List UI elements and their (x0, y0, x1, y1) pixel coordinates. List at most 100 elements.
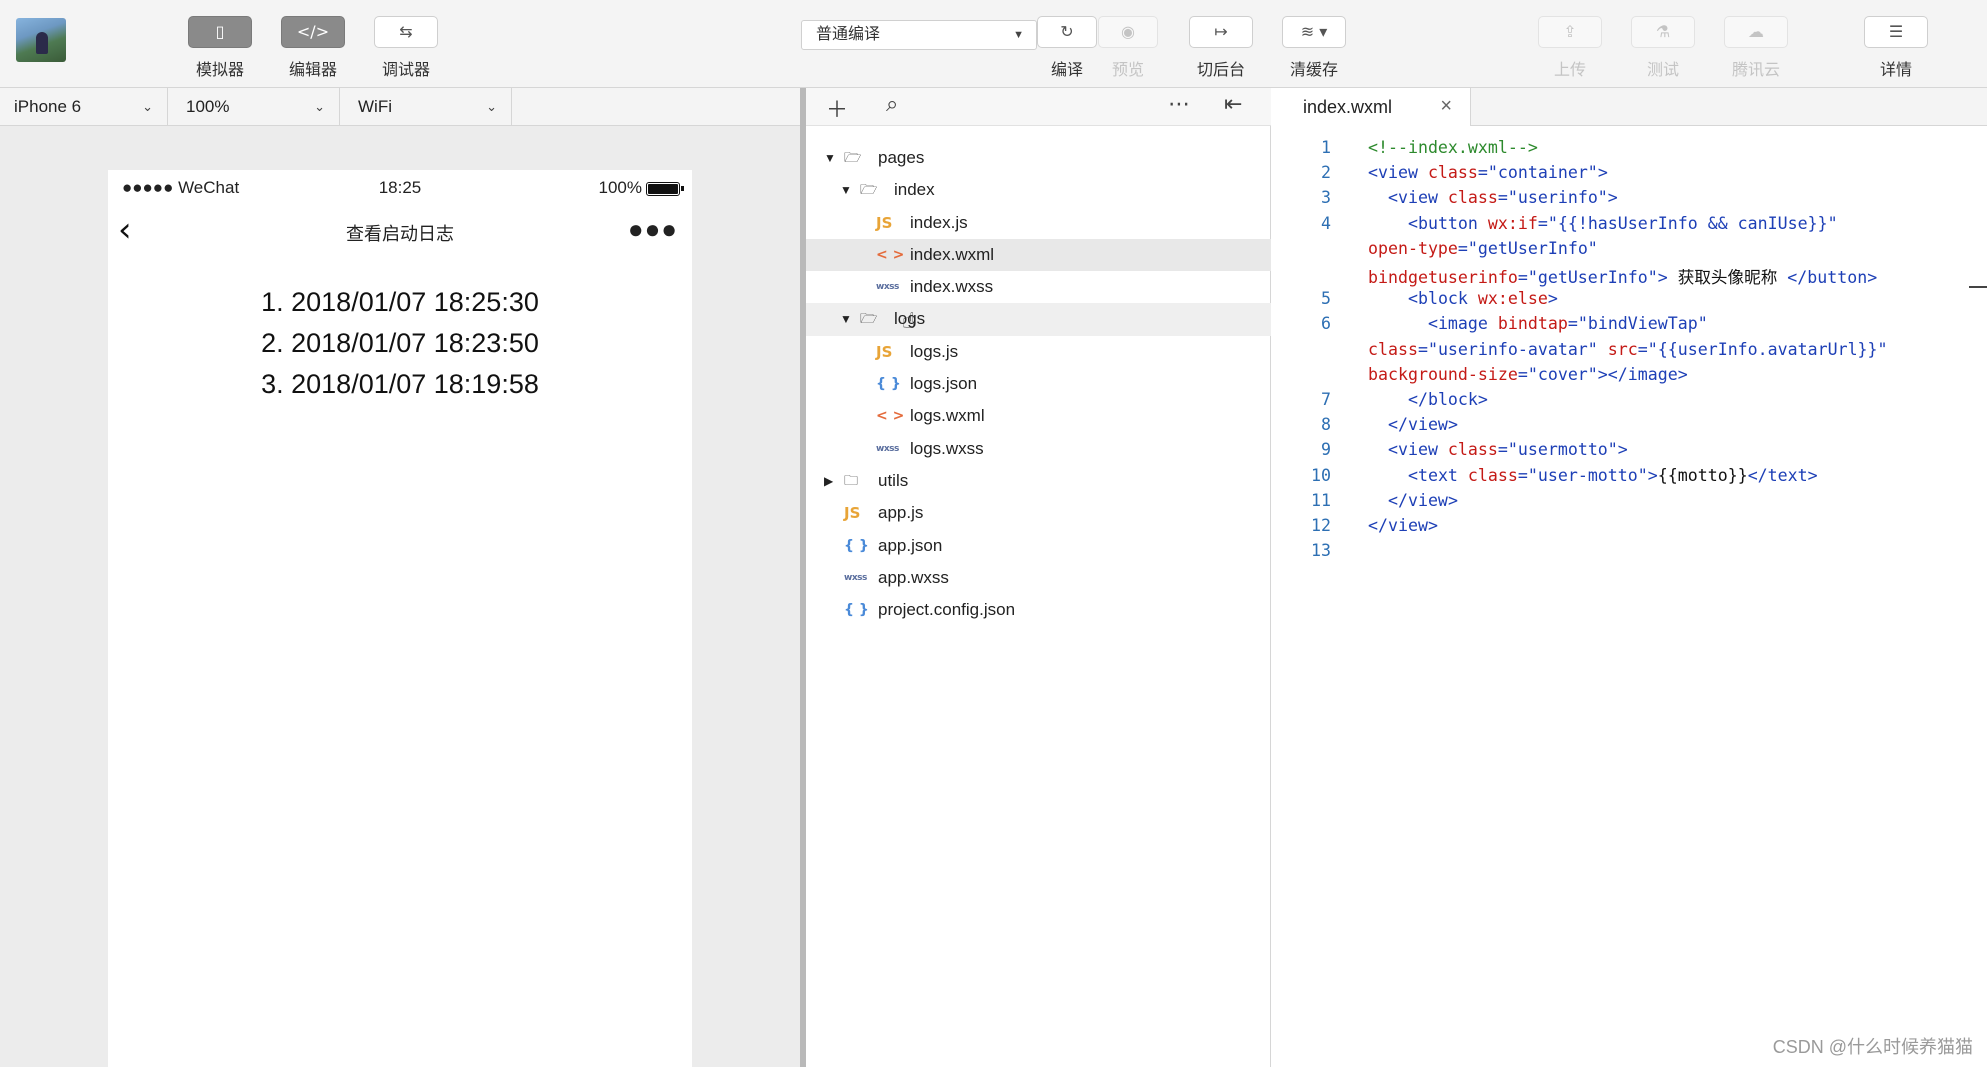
tree-item-app-wxss[interactable]: wxss app.wxss (806, 562, 1271, 594)
main-toolbar: ▯ 模拟器 </> 编辑器 ⇆ 调试器 普通编译 ▼ ↻ 编译 ◉ 预览 ↦ 切… (0, 0, 1987, 88)
search-icon[interactable]: ⌕ (886, 92, 898, 117)
chevron-down-icon: ⌄ (142, 99, 153, 114)
code-line[interactable]: <image bindtap="bindViewTap" (1368, 314, 1708, 333)
code-line[interactable]: background-size="cover"></image> (1368, 365, 1688, 384)
tree-item-index[interactable]: ▼ 🗁 index (806, 174, 1271, 206)
zoom-value: 100% (186, 97, 230, 116)
tree-item-app-js[interactable]: JS app.js (806, 497, 1271, 529)
close-icon[interactable]: × (1440, 95, 1452, 118)
user-avatar[interactable] (16, 18, 66, 62)
background-button[interactable]: ↦ 切后台 (1181, 16, 1261, 79)
tree-item-index-wxss[interactable]: wxss index.wxss (806, 271, 1271, 303)
wxss-file-icon: wxss (876, 443, 899, 454)
device-select[interactable]: iPhone 6 ⌄ (0, 88, 168, 125)
phone-icon: ▯ (188, 16, 252, 48)
js-file-icon: JS (844, 504, 861, 523)
wxml-file-icon: < > (876, 408, 905, 425)
tencent-cloud-label: 腾讯云 (1731, 62, 1780, 79)
tab-label: index.wxml (1303, 97, 1393, 117)
line-number: 11 (1311, 490, 1331, 510)
debugger-label: 调试器 (381, 62, 430, 79)
line-number: 8 (1321, 415, 1331, 435)
eye-icon: ◉ (1098, 16, 1158, 48)
scrollbar-marker[interactable] (1969, 286, 1987, 288)
code-line[interactable]: </view> (1368, 491, 1458, 510)
add-icon[interactable]: ＋ (826, 92, 848, 124)
code-line[interactable]: <view class="container"> (1368, 163, 1608, 182)
nav-title: 查看启动日志 (346, 224, 454, 244)
collapse-panel-icon[interactable]: ⇤ (1224, 92, 1242, 117)
zoom-select[interactable]: 100% ⌄ (172, 88, 340, 125)
code-line[interactable]: </view> (1368, 516, 1438, 535)
tree-item-project-config[interactable]: { } project.config.json (806, 594, 1271, 626)
collapsed-arrow-icon[interactable]: ▶ (824, 465, 833, 497)
file-tree-panel: ＋ ⌕ ⋯ ⇤ ▼ 🗁 pages ▼ 🗁 index JS index.js … (806, 88, 1271, 1067)
log-list: 1. 2018/01/07 18:25:30 2. 2018/01/07 18:… (108, 282, 692, 405)
switch-background-icon: ↦ (1189, 16, 1253, 48)
hand-cursor-icon: ☝ (902, 308, 916, 333)
preview-button[interactable]: ◉ 预览 (1088, 16, 1168, 79)
wxss-file-icon: wxss (844, 572, 867, 583)
code-line[interactable]: <!--index.wxml--> (1368, 138, 1538, 157)
wxss-file-icon: wxss (876, 282, 899, 293)
editor-tabbar: index.wxml × (1271, 88, 1987, 126)
network-select[interactable]: WiFi ⌄ (344, 88, 512, 125)
code-line[interactable]: <button wx:if="{{!hasUserInfo && canIUse… (1368, 214, 1838, 233)
compile-mode-value: 普通编译 (816, 26, 881, 43)
tree-item-logs-wxml[interactable]: < > logs.wxml (806, 400, 1271, 432)
js-file-icon: JS (876, 213, 893, 232)
tree-item-pages[interactable]: ▼ 🗁 pages (806, 142, 1271, 174)
upload-label: 上传 (1553, 62, 1586, 79)
watermark-text: CSDN @什么时候养猫猫 (1772, 1037, 1973, 1057)
line-number: 13 (1311, 541, 1331, 561)
tree-item-utils[interactable]: ▶ 🗀 utils (806, 465, 1271, 497)
tree-item-logs-json[interactable]: { } logs.json (806, 368, 1271, 400)
battery-icon (646, 182, 684, 196)
background-label: 切后台 (1196, 62, 1245, 79)
tree-item-app-json[interactable]: { } app.json (806, 530, 1271, 562)
cloud-icon: ☁ (1724, 16, 1788, 48)
code-line[interactable]: <view class="usermotto"> (1368, 440, 1628, 459)
editor-button[interactable]: </> 编辑器 (273, 16, 353, 79)
simulator-button[interactable]: ▯ 模拟器 (180, 16, 260, 79)
expand-arrow-icon[interactable]: ▼ (840, 303, 852, 335)
debugger-button[interactable]: ⇆ 调试器 (366, 16, 446, 79)
device-value: iPhone 6 (14, 97, 82, 116)
details-label: 详情 (1879, 62, 1912, 79)
code-line[interactable]: bindgetuserinfo="getUserInfo"> 获取头像昵称 </… (1368, 264, 1877, 288)
tree-item-logs-wxss[interactable]: wxss logs.wxss (806, 433, 1271, 465)
tree-item-index-js[interactable]: JS index.js (806, 207, 1271, 239)
json-file-icon: { } (844, 602, 869, 619)
code-line[interactable]: class="userinfo-avatar" src="{{userInfo.… (1368, 340, 1888, 359)
line-number: 10 (1311, 465, 1331, 485)
phone-screen[interactable]: ●●●●● WeChat 18:25 100% ‹ 查看启动日志 ●●● 1. … (108, 170, 692, 1067)
code-line[interactable]: <text class="user-motto">{{motto}}</text… (1368, 466, 1818, 485)
code-line[interactable]: <view class="userinfo"> (1368, 188, 1618, 207)
layers-icon: ≋ ▾ (1282, 16, 1346, 48)
more-dots-icon[interactable]: ●●● (628, 214, 678, 245)
file-tree: ▼ 🗁 pages ▼ 🗁 index JS index.js < > inde… (806, 142, 1271, 626)
more-icon[interactable]: ⋯ (1168, 92, 1190, 117)
expand-arrow-icon[interactable]: ▼ (840, 174, 852, 206)
tree-item-index-wxml[interactable]: < > index.wxml (806, 238, 1271, 272)
code-line[interactable]: <block wx:else> (1368, 289, 1558, 308)
code-line[interactable]: open-type="getUserInfo" (1368, 239, 1598, 258)
code-line[interactable]: </view> (1368, 415, 1458, 434)
compile-mode-select[interactable]: 普通编译 ▼ (801, 20, 1037, 50)
tab-index-wxml[interactable]: index.wxml × (1271, 88, 1471, 126)
code-area[interactable]: <!--index.wxml--> <view class="container"… (1271, 126, 1987, 1067)
expand-arrow-icon[interactable]: ▼ (824, 142, 836, 174)
tree-item-logs-js[interactable]: JS logs.js (806, 336, 1271, 368)
code-line[interactable]: </block> (1368, 390, 1488, 409)
tree-item-logs[interactable]: ▼ 🗁 logs (806, 303, 1271, 336)
details-button[interactable]: ☰ 详情 (1856, 16, 1936, 79)
code-editor: index.wxml × <!--index.wxml--> <view clas… (1271, 88, 1987, 1067)
log-item: 3. 2018/01/07 18:19:58 (261, 369, 539, 399)
json-file-icon: { } (876, 376, 901, 393)
preview-label: 预览 (1111, 62, 1144, 79)
clear-cache-button[interactable]: ≋ ▾ 清缓存 (1274, 16, 1354, 79)
upload-button[interactable]: ⇪ 上传 (1530, 16, 1610, 79)
test-button[interactable]: ⚗ 测试 (1623, 16, 1703, 79)
tencent-cloud-button[interactable]: ☁ 腾讯云 (1716, 16, 1796, 79)
line-number: 1 (1321, 138, 1331, 157)
